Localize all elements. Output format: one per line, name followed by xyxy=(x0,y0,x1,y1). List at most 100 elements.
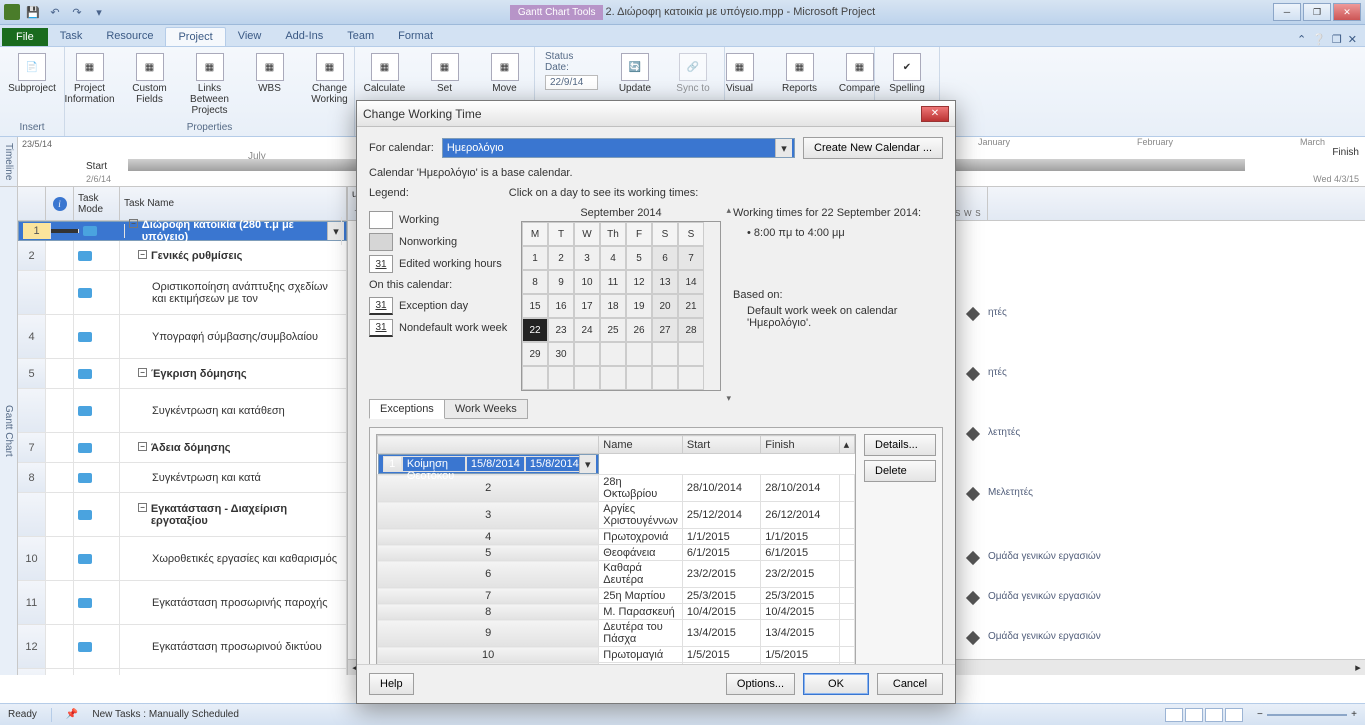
move-button[interactable]: ▦Move xyxy=(479,49,531,94)
calendar-day[interactable]: 17 xyxy=(574,294,600,318)
ok-button[interactable]: OK xyxy=(803,673,869,695)
table-row[interactable]: Οριστικοποίηση ανάπτυξης σχεδίων και εκτ… xyxy=(18,271,347,315)
undo-icon[interactable]: ↶ xyxy=(46,3,64,21)
tab-resource[interactable]: Resource xyxy=(94,27,165,46)
table-row[interactable]: 4Πρωτοχρονιά1/1/20151/1/2015 xyxy=(378,529,855,545)
table-row[interactable]: 8Μ. Παρασκευή10/4/201510/4/2015 xyxy=(378,604,855,620)
maximize-button[interactable]: ❐ xyxy=(1303,3,1331,21)
custom-fields-button[interactable]: ▦CustomFields xyxy=(124,49,176,105)
table-row[interactable]: 5−Έγκριση δόμησης xyxy=(18,359,347,389)
view-gantt-icon[interactable] xyxy=(1165,708,1183,722)
tab-view[interactable]: View xyxy=(226,27,274,46)
set-button[interactable]: ▦Set xyxy=(419,49,471,94)
minimize-button[interactable]: ─ xyxy=(1273,3,1301,21)
table-row[interactable]: Συγκέντρωση και κατάθεση xyxy=(18,389,347,433)
qat-dropdown-icon[interactable]: ▾ xyxy=(90,3,108,21)
gantt-chart-tab[interactable]: Gantt Chart xyxy=(0,187,18,675)
calendar-day[interactable]: 18 xyxy=(600,294,626,318)
calendar-day[interactable]: 8 xyxy=(522,270,548,294)
calendar-day[interactable]: 5 xyxy=(626,246,652,270)
calendar-day[interactable]: 19 xyxy=(626,294,652,318)
calendar-day[interactable]: 12 xyxy=(626,270,652,294)
exceptions-table[interactable]: Name Start Finish ▴ 1Κοίμηση Θεοτόκου15/… xyxy=(376,434,856,664)
table-row[interactable]: −Εγκατάσταση - Διαχείριση εργοταξίου xyxy=(18,493,347,537)
calendar-day[interactable]: 30 xyxy=(548,342,574,366)
view-team-icon[interactable] xyxy=(1205,708,1223,722)
zoom-slider[interactable]: −+ xyxy=(1257,709,1357,720)
visual-button[interactable]: ▦Visual xyxy=(714,49,766,94)
calendar-day[interactable]: 23 xyxy=(548,318,574,342)
calendar-day[interactable] xyxy=(626,366,652,390)
table-row[interactable]: 5Θεοφάνεια6/1/20156/1/2015 xyxy=(378,545,855,561)
table-row[interactable]: 1Κοίμηση Θεοτόκου15/8/201415/8/2014 xyxy=(378,454,599,474)
table-row[interactable]: 2−Γενικές ρυθμίσεις xyxy=(18,241,347,271)
subproject-button[interactable]: 📄Subproject xyxy=(6,49,58,94)
calendar-day[interactable]: 14 xyxy=(678,270,704,294)
delete-button[interactable]: Delete xyxy=(864,460,936,482)
spelling-button[interactable]: ✔Spelling xyxy=(881,49,933,94)
table-row[interactable]: 12Εγκατάσταση προσωρινού δικτύου xyxy=(18,625,347,669)
tab-format[interactable]: Format xyxy=(386,27,445,46)
calendar-day[interactable]: 25 xyxy=(600,318,626,342)
collapse-icon[interactable]: − xyxy=(138,250,147,259)
calendar-day[interactable] xyxy=(574,366,600,390)
calendar-day[interactable] xyxy=(678,342,704,366)
calendar-day[interactable]: 7 xyxy=(678,246,704,270)
ribbon-minimize-icon[interactable]: ⌃ xyxy=(1297,33,1306,46)
calendar-day[interactable]: 1 xyxy=(522,246,548,270)
calendar-day[interactable]: 15 xyxy=(522,294,548,318)
table-row[interactable]: 11Εγκατάσταση προσωρινής παροχής xyxy=(18,581,347,625)
calendar-day[interactable] xyxy=(548,366,574,390)
view-task-icon[interactable] xyxy=(1185,708,1203,722)
details-button[interactable]: Details... xyxy=(864,434,936,456)
dialog-close-button[interactable]: ✕ xyxy=(921,106,949,122)
links-between-projects-button[interactable]: ▦Links BetweenProjects xyxy=(184,49,236,116)
calendar-day[interactable]: 21 xyxy=(678,294,704,318)
calendar-day[interactable]: 20 xyxy=(652,294,678,318)
calendar-day[interactable]: 3 xyxy=(574,246,600,270)
mini-calendar[interactable]: ▴ September 2014 MTWThFSS123456789101112… xyxy=(521,207,721,391)
calendar-day[interactable]: 22 xyxy=(522,318,548,342)
view-resource-icon[interactable] xyxy=(1225,708,1243,722)
calendar-day[interactable]: 6 xyxy=(652,246,678,270)
calendar-day[interactable]: 2 xyxy=(548,246,574,270)
table-row[interactable]: 3Αργίες Χριστουγέννων25/12/201426/12/201… xyxy=(378,502,855,529)
calendar-day[interactable] xyxy=(600,366,626,390)
status-date-box[interactable]: Status Date: 22/9/14 xyxy=(541,49,602,92)
help-icon[interactable]: ❔ xyxy=(1312,33,1326,46)
redo-icon[interactable]: ↷ xyxy=(68,3,86,21)
save-icon[interactable]: 💾 xyxy=(24,3,42,21)
sync-button[interactable]: 🔗Sync to xyxy=(668,49,718,94)
cancel-button[interactable]: Cancel xyxy=(877,673,943,695)
table-row[interactable]: 7−Άδεια δόμησης xyxy=(18,433,347,463)
timeline-tab[interactable]: Timeline xyxy=(0,137,18,186)
collapse-icon[interactable]: − xyxy=(138,368,147,377)
close-button[interactable]: ✕ xyxy=(1333,3,1361,21)
table-row[interactable]: 10Πρωτομαγιά1/5/20151/5/2015 xyxy=(378,647,855,663)
file-tab[interactable]: File xyxy=(2,28,48,46)
calendar-day[interactable]: 27 xyxy=(652,318,678,342)
help-button[interactable]: Help xyxy=(369,673,414,695)
status-newtasks[interactable]: New Tasks : Manually Scheduled xyxy=(92,709,239,720)
tab-work-weeks[interactable]: Work Weeks xyxy=(444,399,528,419)
change-working-button[interactable]: ▦ChangeWorking xyxy=(304,49,356,105)
info-column-icon[interactable]: i xyxy=(53,197,67,211)
collapse-icon[interactable]: − xyxy=(138,442,147,451)
close-doc-icon[interactable]: ✕ xyxy=(1348,33,1357,46)
table-row[interactable]: 1−Διώροφη κατοικία (280 τ.μ με υπόγειο) xyxy=(18,221,347,241)
restore-window-icon[interactable]: ❐ xyxy=(1332,33,1342,46)
cal-down-icon[interactable]: ▾ xyxy=(726,393,731,404)
table-row[interactable]: 10Χωροθετικές εργασίες και καθαρισμός xyxy=(18,537,347,581)
calendar-day[interactable]: 28 xyxy=(678,318,704,342)
table-row[interactable]: 4Υπογραφή σύμβασης/συμβολαίου xyxy=(18,315,347,359)
table-row[interactable]: 725η Μαρτίου25/3/201525/3/2015 xyxy=(378,588,855,604)
calendar-day[interactable] xyxy=(652,342,678,366)
tab-project[interactable]: Project xyxy=(165,27,225,46)
tab-add-ins[interactable]: Add-Ins xyxy=(273,27,335,46)
table-row[interactable]: 13−Κατασκευή θεμελίωσης xyxy=(18,669,347,675)
calendar-day[interactable]: 29 xyxy=(522,342,548,366)
calendar-day[interactable] xyxy=(652,366,678,390)
calendar-day[interactable]: 26 xyxy=(626,318,652,342)
calendar-day[interactable] xyxy=(678,366,704,390)
reports-button[interactable]: ▦Reports xyxy=(774,49,826,94)
